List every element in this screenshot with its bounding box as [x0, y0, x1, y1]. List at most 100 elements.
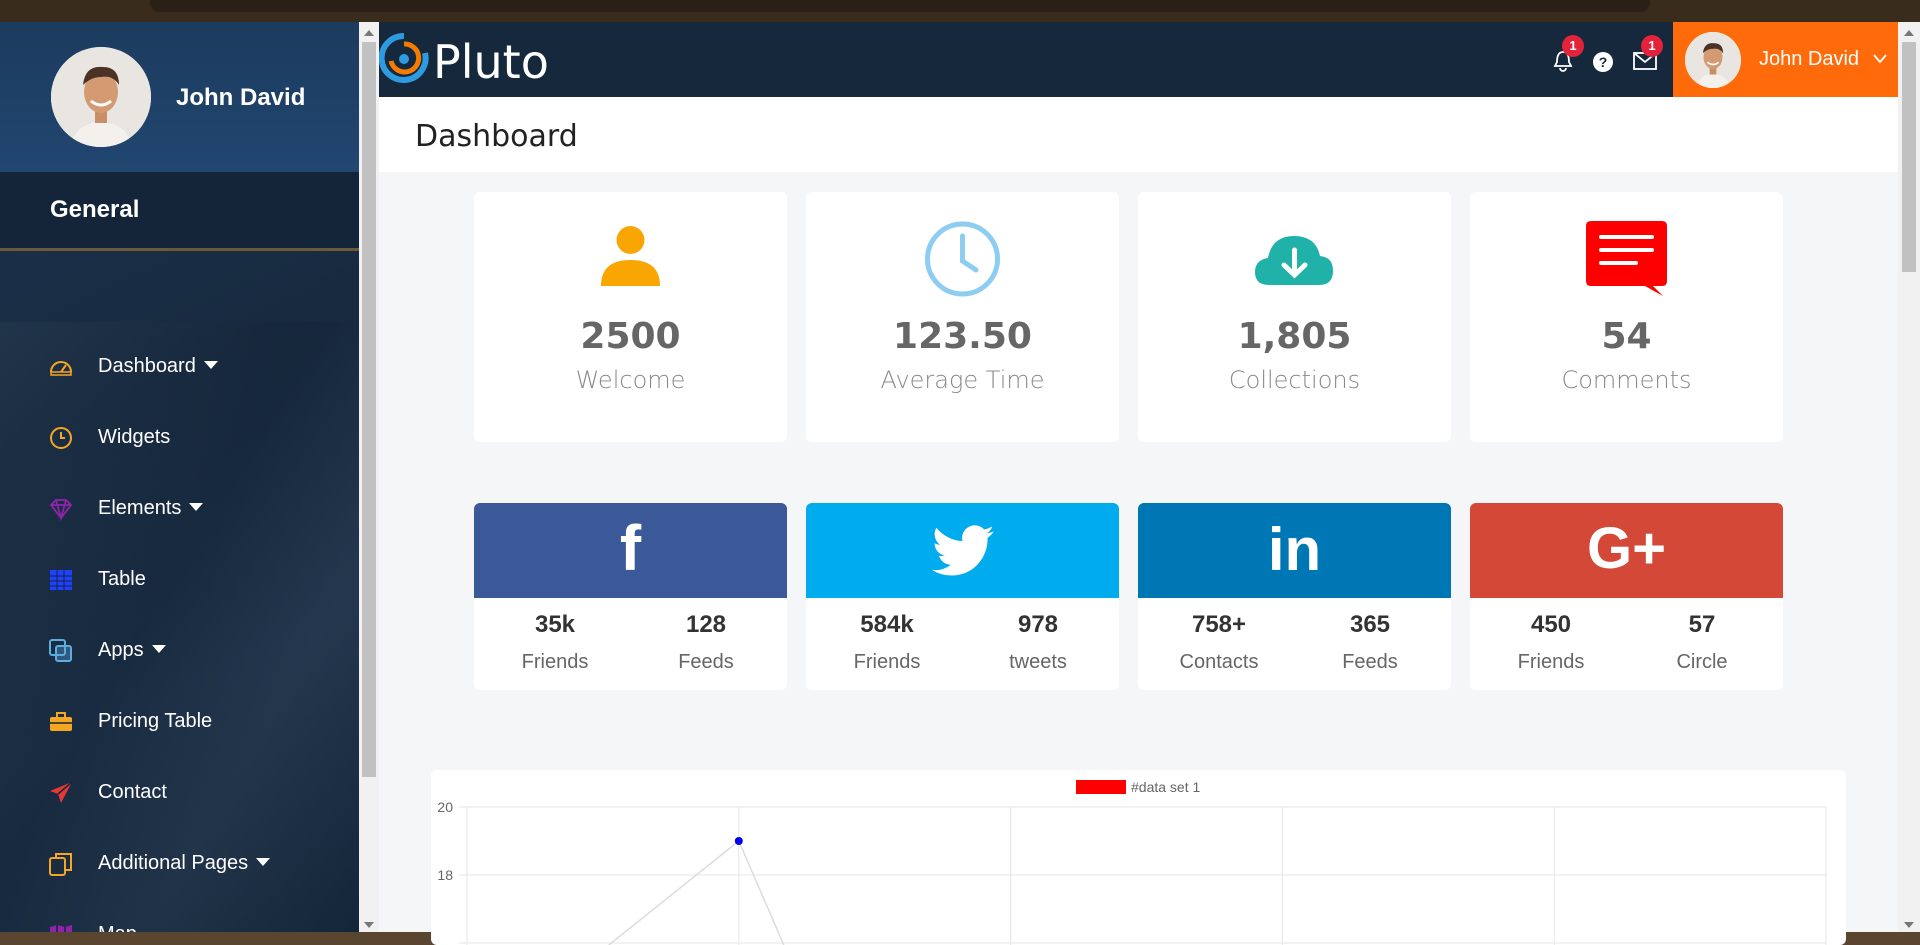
sidebar-section-header: General	[0, 172, 359, 251]
notifications-badge: 1	[1562, 35, 1584, 57]
facebook-header[interactable]: f	[474, 503, 787, 598]
sidebar-item-map[interactable]: Map	[0, 910, 359, 932]
stat-caption: tweets	[1009, 651, 1067, 673]
line-chart: #data set 1 20 18	[437, 779, 1827, 945]
stat-card-comments: 54 Comments	[1470, 192, 1783, 442]
social-stat: 128 Feeds	[631, 611, 781, 674]
sidebar-item-elements[interactable]: Elements	[0, 484, 359, 534]
brand-name: Pluto	[433, 35, 549, 89]
sidebar-item-label: Contact	[98, 781, 167, 803]
avatar[interactable]	[51, 47, 151, 147]
sidebar-user-name: John David	[176, 84, 306, 111]
data-point[interactable]	[734, 837, 743, 845]
social-stat: 365 Feeds	[1295, 611, 1445, 674]
address-bar[interactable]	[150, 0, 1650, 12]
table-icon	[50, 570, 72, 590]
social-card-facebook: f 35k Friends 128 Feeds	[474, 503, 787, 690]
sidebar-item-label: Additional Pages	[98, 852, 271, 875]
sidebar-item-contact[interactable]: Contact	[0, 768, 359, 818]
topbar-user-name: John David	[1759, 48, 1860, 70]
linkedin-header[interactable]: in	[1138, 503, 1451, 598]
sidebar-item-apps[interactable]: Apps	[0, 626, 359, 676]
series-line	[738, 840, 785, 945]
stat-number: 450	[1530, 611, 1572, 638]
cloud-download-icon	[1255, 236, 1333, 285]
stat-caption: Feeds	[1342, 651, 1398, 673]
pluto-logo-icon	[378, 32, 429, 83]
sidebar-item-table[interactable]: Table	[0, 555, 359, 605]
stat-number: 35k	[534, 611, 576, 638]
sidebar-item-dashboard[interactable]: Dashboard	[0, 342, 359, 392]
social-card-linkedin: in 758+ Contacts 365 Feeds	[1138, 503, 1451, 690]
stat-value: 123.50	[893, 316, 1032, 357]
sidebar-item-widgets[interactable]: Widgets	[0, 413, 359, 463]
legend-swatch	[1076, 780, 1126, 794]
clock-icon	[50, 427, 72, 449]
user-menu-button[interactable]: John David	[1673, 22, 1898, 97]
y-tick-label: 18	[437, 867, 453, 883]
sidebar-item-additional-pages[interactable]: Additional Pages	[0, 839, 359, 889]
stat-caption: Feeds	[678, 651, 734, 673]
stat-caption: Friends	[521, 651, 589, 673]
scroll-down-arrow[interactable]	[364, 922, 374, 928]
stat-caption: Friends	[1517, 651, 1585, 673]
page-scrollbar[interactable]	[1898, 22, 1920, 932]
svg-text:?: ?	[1599, 54, 1608, 70]
stat-number: 584k	[860, 611, 914, 638]
stat-label: Comments	[1561, 366, 1692, 394]
sidebar-item-label: Table	[98, 568, 146, 590]
stat-number: 128	[685, 611, 727, 638]
sidebar-profile: John David	[0, 22, 359, 172]
facebook-icon: f	[619, 512, 642, 584]
map-icon	[50, 925, 72, 932]
social-stat: 35k Friends	[480, 611, 630, 674]
clock-icon	[925, 221, 1000, 297]
social-stat: 584k Friends	[812, 611, 962, 674]
y-tick-label: 20	[437, 799, 453, 815]
user-icon	[601, 226, 660, 286]
diamond-icon	[49, 499, 73, 522]
stat-value: 54	[1601, 316, 1652, 357]
sidebar-item-label: Map	[98, 923, 137, 932]
google-plus-icon: G+	[1587, 516, 1666, 581]
scroll-up-arrow[interactable]	[1904, 30, 1914, 36]
stat-label: Collections	[1228, 366, 1361, 394]
browser-chrome	[0, 0, 1920, 22]
scrollbar-thumb[interactable]	[1902, 42, 1916, 272]
messages-badge: 1	[1641, 35, 1663, 57]
stat-label: Average Time	[880, 366, 1045, 394]
sidebar-scrollbar[interactable]	[359, 22, 379, 932]
social-card-twitter: 584k Friends 978 tweets	[806, 503, 1119, 690]
stat-number: 758+	[1191, 611, 1247, 638]
chevron-down-icon	[203, 361, 218, 369]
social-card-google-plus: G+ 450 Friends 57 Circle	[1470, 503, 1783, 690]
chart-series	[608, 837, 785, 945]
scroll-up-arrow[interactable]	[364, 30, 374, 36]
twitter-header[interactable]	[806, 503, 1119, 598]
sidebar-item-label: Apps	[98, 639, 166, 662]
help-icon[interactable]: ?	[1592, 51, 1614, 73]
section-label: General	[50, 196, 140, 223]
stat-number: 365	[1349, 611, 1391, 638]
brand-logo[interactable]: Pluto	[378, 31, 579, 89]
stat-label: Welcome	[575, 366, 686, 394]
chevron-down-icon	[1873, 54, 1887, 64]
social-stat: 758+ Contacts	[1144, 611, 1294, 674]
sidebar-item-pricing-table[interactable]: Pricing Table	[0, 697, 359, 747]
page-title: Dashboard	[415, 119, 578, 154]
scroll-down-arrow[interactable]	[1904, 922, 1914, 928]
chart-grid	[459, 806, 1827, 945]
scrollbar-thumb[interactable]	[362, 42, 376, 777]
chevron-down-icon	[151, 645, 166, 653]
stat-card-welcome: 2500 Welcome	[474, 192, 787, 442]
sidebar-item-label: Widgets	[98, 426, 171, 448]
line-chart-card: #data set 1 20 18	[431, 770, 1846, 945]
google-plus-header[interactable]: G+	[1470, 503, 1783, 598]
avatar	[1685, 32, 1741, 88]
comment-icon	[1586, 221, 1667, 296]
stat-value: 1,805	[1237, 316, 1352, 357]
stat-card-average-time: 123.50 Average Time	[806, 192, 1119, 442]
social-stat: 450 Friends	[1476, 611, 1626, 674]
stat-value: 2500	[580, 316, 681, 357]
stat-caption: Circle	[1676, 651, 1728, 673]
